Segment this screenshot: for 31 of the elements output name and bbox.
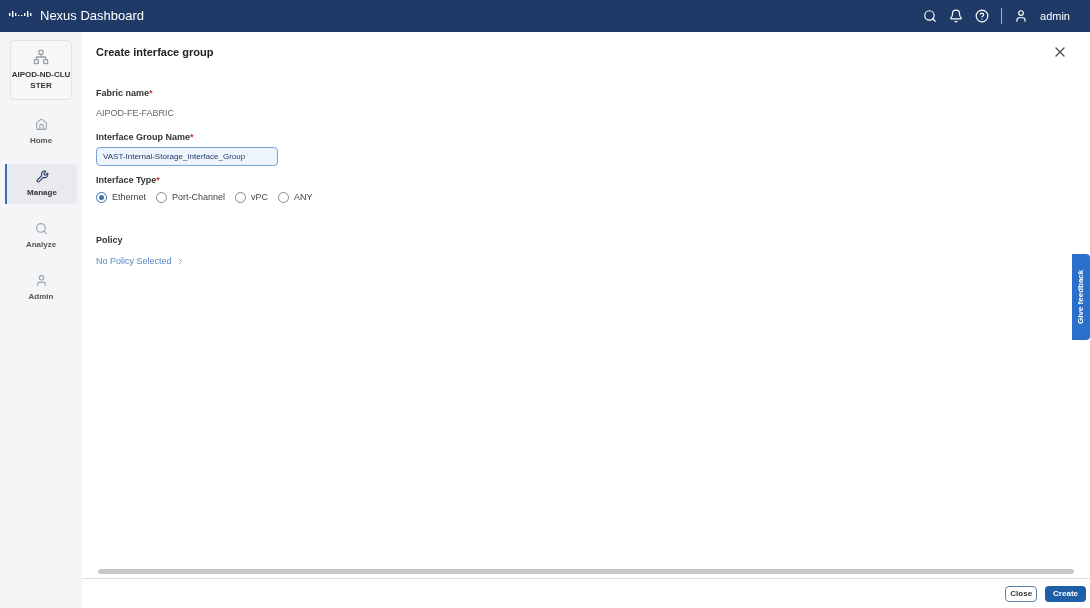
cluster-card[interactable]: AIPOD-ND-CLUSTER	[10, 40, 72, 100]
home-icon	[34, 117, 48, 131]
user-icon[interactable]	[1014, 9, 1029, 23]
field-label: Fabric name*	[96, 86, 154, 100]
close-button[interactable]: Close	[1005, 585, 1038, 602]
radio-option[interactable]: Port-Channel	[156, 190, 226, 204]
sidebar-item[interactable]: Admin	[5, 268, 77, 308]
cluster-name: AIPOD-ND-CLUSTER	[11, 69, 71, 91]
radio-option[interactable]: ANY	[278, 190, 313, 204]
user-name[interactable]: admin	[1040, 7, 1070, 25]
field-label: Interface Group Name*	[96, 130, 195, 144]
wrench-icon	[35, 169, 49, 183]
search-icon	[34, 221, 48, 235]
create-button[interactable]: Create	[1045, 585, 1086, 602]
notifications-icon[interactable]	[949, 9, 964, 23]
app-title: Nexus Dashboard	[40, 7, 145, 26]
fabric-value: AIPOD-FE-FABRIC	[96, 107, 175, 120]
cluster-icon	[33, 49, 49, 65]
field-label: Policy	[96, 234, 124, 247]
radio-option[interactable]: vPC	[235, 190, 269, 204]
search-icon[interactable]	[923, 9, 938, 23]
input-field[interactable]: VAST-Internal-Storage_Interface_Group	[96, 147, 278, 166]
sidebar-item[interactable]: Home	[5, 112, 77, 152]
user-icon	[34, 273, 48, 287]
sidebar-item[interactable]: Analyze	[5, 216, 77, 256]
field-label: Interface Type*	[96, 174, 161, 187]
radio-option[interactable]: Ethernet	[96, 190, 147, 204]
sidebar-item[interactable]: Manage	[5, 164, 77, 204]
help-icon[interactable]	[975, 9, 990, 23]
dialog-title: Create interface group	[96, 45, 214, 60]
feedback-button[interactable]: Give feedback	[1072, 254, 1090, 340]
